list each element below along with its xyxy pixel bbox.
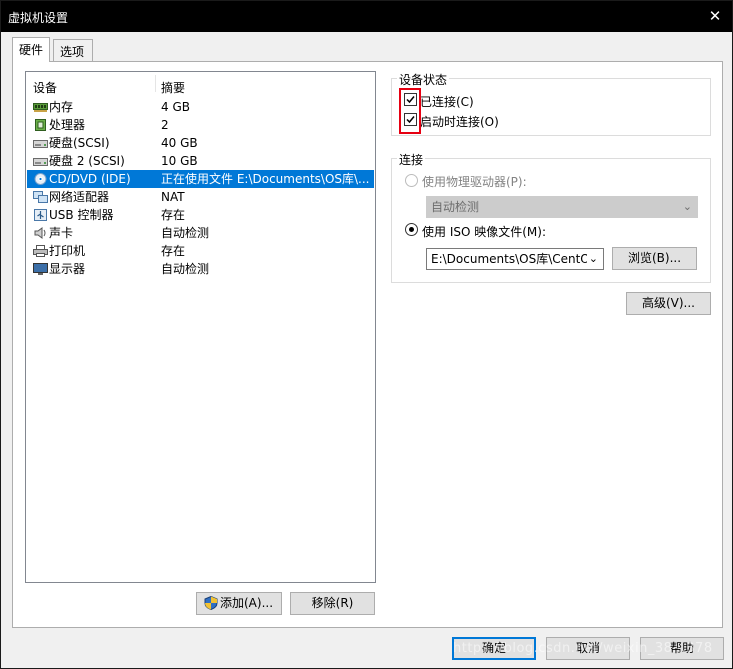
physical-drive-label[interactable]: 使用物理驱动器(P): bbox=[422, 173, 527, 190]
physical-drive-value: 自动检测 bbox=[431, 200, 480, 214]
physical-drive-select[interactable]: 自动检测 ⌄ bbox=[426, 196, 698, 218]
device-summary: 10 GB bbox=[161, 154, 198, 168]
device-row-hard-disk-2[interactable]: 硬盘 2 (SCSI) 10 GB bbox=[27, 152, 374, 170]
browse-button[interactable]: 浏览(B)... bbox=[612, 247, 697, 270]
device-row-cd-dvd[interactable]: CD/DVD (IDE) 正在使用文件 E:\Documents\OS库\... bbox=[27, 170, 374, 188]
physical-drive-radio[interactable] bbox=[405, 174, 418, 187]
connection-title: 连接 bbox=[397, 151, 426, 168]
vm-settings-window: 虚拟机设置 ✕ 硬件 选项 设备 摘要 内存 4 GB 处理器 2 硬盘(SCS… bbox=[0, 0, 733, 669]
device-name: 声卡 bbox=[49, 226, 74, 240]
device-name: 处理器 bbox=[49, 118, 86, 132]
title-bar: 虚拟机设置 ✕ bbox=[1, 1, 732, 32]
iso-path-combobox[interactable]: E:\Documents\OS库\CentO ⌄ bbox=[426, 248, 604, 270]
device-name: CD/DVD (IDE) bbox=[49, 172, 131, 186]
memory-icon bbox=[33, 103, 48, 112]
connected-label[interactable]: 已连接(C) bbox=[420, 93, 474, 110]
remove-device-button[interactable]: 移除(R) bbox=[290, 592, 375, 615]
device-row-display[interactable]: 显示器 自动检测 bbox=[27, 260, 374, 278]
list-header: 设备 摘要 bbox=[26, 72, 375, 96]
device-row-usb-controller[interactable]: USB 控制器 存在 bbox=[27, 206, 374, 224]
device-name: 硬盘(SCSI) bbox=[49, 136, 110, 150]
cd-dvd-icon bbox=[34, 173, 47, 185]
device-summary: 自动检测 bbox=[161, 226, 210, 240]
device-row-hard-disk[interactable]: 硬盘(SCSI) 40 GB bbox=[27, 134, 374, 152]
device-summary: NAT bbox=[161, 190, 185, 204]
device-row-sound-card[interactable]: 声卡 自动检测 bbox=[27, 224, 374, 242]
sound-card-icon bbox=[34, 227, 46, 239]
watermark-text: https://blog.csdn.net/weixin_38...378 bbox=[453, 641, 713, 656]
iso-image-radio[interactable] bbox=[405, 223, 418, 236]
device-summary: 4 GB bbox=[161, 100, 190, 114]
chevron-down-icon: ⌄ bbox=[682, 200, 692, 213]
device-status-title: 设备状态 bbox=[397, 71, 450, 88]
device-row-processor[interactable]: 处理器 2 bbox=[27, 116, 374, 134]
advanced-button[interactable]: 高级(V)... bbox=[626, 292, 711, 315]
device-summary: 40 GB bbox=[161, 136, 198, 150]
column-separator[interactable] bbox=[155, 75, 156, 92]
usb-icon bbox=[34, 209, 47, 221]
column-header-summary[interactable]: 摘要 bbox=[161, 79, 185, 96]
iso-image-label[interactable]: 使用 ISO 映像文件(M): bbox=[422, 223, 546, 240]
iso-path-value: E:\Documents\OS库\CentO bbox=[431, 252, 590, 266]
device-summary: 自动检测 bbox=[161, 262, 210, 276]
network-adapter-icon bbox=[33, 191, 48, 203]
display-icon bbox=[33, 263, 48, 275]
shield-icon bbox=[204, 596, 218, 610]
device-summary: 存在 bbox=[161, 244, 186, 258]
close-icon[interactable]: ✕ bbox=[702, 5, 728, 27]
device-row-network-adapter[interactable]: 网络适配器 NAT bbox=[27, 188, 374, 206]
hard-disk-icon bbox=[33, 140, 48, 148]
device-name: 网络适配器 bbox=[49, 190, 110, 204]
printer-icon bbox=[33, 245, 48, 257]
hard-disk-icon bbox=[33, 158, 48, 166]
annotation-highlight-box bbox=[399, 88, 421, 134]
device-summary: 2 bbox=[161, 118, 169, 132]
processor-icon bbox=[35, 119, 46, 131]
tab-options[interactable]: 选项 bbox=[53, 39, 93, 61]
add-device-button[interactable]: 添加(A)... bbox=[196, 592, 282, 615]
tab-hardware[interactable]: 硬件 bbox=[12, 37, 51, 62]
device-summary: 存在 bbox=[161, 208, 186, 222]
device-list[interactable]: 设备 摘要 内存 4 GB 处理器 2 硬盘(SCSI) 40 GB 硬盘 2 … bbox=[25, 71, 376, 583]
device-name: 硬盘 2 (SCSI) bbox=[49, 154, 125, 168]
device-name: 内存 bbox=[49, 100, 74, 114]
column-header-device[interactable]: 设备 bbox=[33, 79, 57, 96]
radio-selected-dot bbox=[409, 227, 414, 232]
add-device-label: 添加(A)... bbox=[220, 596, 274, 610]
device-row-printer[interactable]: 打印机 存在 bbox=[27, 242, 374, 260]
window-title: 虚拟机设置 bbox=[8, 11, 69, 25]
connect-at-power-on-label[interactable]: 启动时连接(O) bbox=[420, 113, 499, 130]
device-name: 打印机 bbox=[49, 244, 86, 258]
device-name: USB 控制器 bbox=[49, 208, 114, 222]
device-row-memory[interactable]: 内存 4 GB bbox=[27, 98, 374, 116]
device-name: 显示器 bbox=[49, 262, 86, 276]
device-summary: 正在使用文件 E:\Documents\OS库\... bbox=[161, 172, 370, 186]
chevron-down-icon[interactable]: ⌄ bbox=[586, 249, 598, 269]
